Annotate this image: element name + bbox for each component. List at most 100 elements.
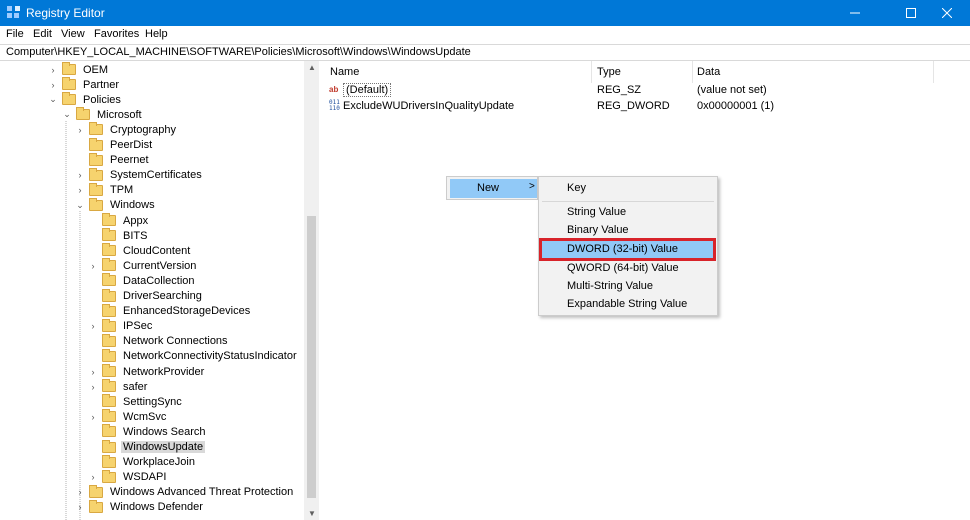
tree-item[interactable]: Peernet xyxy=(75,152,151,168)
tree-item[interactable]: WorkplaceJoin xyxy=(88,454,197,470)
scrollbar-thumb[interactable] xyxy=(307,216,316,498)
chevron-right-icon[interactable]: › xyxy=(75,125,85,135)
tree-item-label: WindowsUpdate xyxy=(121,441,206,453)
callout-highlight-box xyxy=(539,238,716,261)
tree-item-label: Network Connections xyxy=(123,335,228,348)
tree-item-label: WorkplaceJoin xyxy=(123,456,195,469)
column-header-name[interactable]: Name xyxy=(330,66,359,78)
tree-item[interactable]: ⌄ Policies xyxy=(48,92,123,107)
value-row[interactable]: ab (Default) REG_SZ (value not set) xyxy=(323,83,963,99)
chevron-right-icon[interactable]: › xyxy=(88,412,98,422)
folder-icon xyxy=(102,318,116,332)
value-row[interactable]: 011 110 ExcludeWUDriversInQualityUpdate … xyxy=(323,99,963,115)
tree-item[interactable]: › Windows Advanced Threat Protection xyxy=(75,484,295,500)
menu-help[interactable]: Help xyxy=(145,28,168,40)
string-value-icon: ab xyxy=(329,85,339,94)
no-expander xyxy=(75,155,85,165)
folder-icon xyxy=(89,152,103,166)
chevron-right-icon[interactable]: › xyxy=(48,65,58,75)
tree-item-label: OEM xyxy=(83,63,109,76)
tree-item[interactable]: SettingSync xyxy=(88,394,184,409)
tree-item[interactable]: › safer xyxy=(88,379,149,394)
folder-icon xyxy=(102,348,116,362)
chevron-right-icon[interactable]: › xyxy=(88,382,98,392)
tree-item[interactable]: EnhancedStorageDevices xyxy=(88,303,252,319)
tree-item-label: WcmSvc xyxy=(123,410,167,423)
close-button[interactable] xyxy=(924,0,970,26)
chevron-right-icon[interactable]: › xyxy=(75,185,85,195)
no-expander xyxy=(88,457,98,467)
column-divider[interactable] xyxy=(692,61,693,83)
chevron-right-icon[interactable]: › xyxy=(88,261,98,271)
tree-item[interactable]: CloudContent xyxy=(88,243,192,258)
chevron-right-icon[interactable]: › xyxy=(75,502,85,512)
tree-item[interactable]: Network Connections xyxy=(88,333,230,349)
menu-bar: File Edit View Favorites Help xyxy=(0,26,970,44)
tree-item[interactable]: WindowsUpdate xyxy=(88,439,206,455)
tree-item[interactable]: › Windows Defender xyxy=(75,499,205,515)
menu-favorites[interactable]: Favorites xyxy=(94,28,139,40)
menu-item-qword-value[interactable]: QWORD (64-bit) Value xyxy=(567,262,679,274)
no-expander xyxy=(88,246,98,256)
minimize-button[interactable] xyxy=(832,0,878,26)
tree-item-label: SystemCertificates xyxy=(110,169,202,182)
tree-item[interactable]: Appx xyxy=(88,213,150,228)
menu-item-string-value[interactable]: String Value xyxy=(567,206,626,218)
column-header-data[interactable]: Data xyxy=(697,66,720,78)
menu-file[interactable]: File xyxy=(6,28,24,40)
menu-item-multi-string-value[interactable]: Multi-String Value xyxy=(567,280,653,292)
tree-item[interactable]: › OEM xyxy=(48,62,110,77)
scroll-up-icon[interactable]: ▲ xyxy=(308,63,316,72)
tree-item[interactable]: › SystemCertificates xyxy=(75,167,204,183)
tree-item[interactable]: DataCollection xyxy=(88,273,197,288)
menu-edit[interactable]: Edit xyxy=(33,28,52,40)
tree-item[interactable]: BITS xyxy=(88,228,149,243)
tree-item[interactable]: Windows Search xyxy=(88,424,208,439)
menu-separator xyxy=(542,201,714,202)
address-bar[interactable]: Computer\HKEY_LOCAL_MACHINE\SOFTWARE\Pol… xyxy=(0,44,970,61)
column-header-type[interactable]: Type xyxy=(597,66,621,78)
chevron-right-icon[interactable]: › xyxy=(88,472,98,482)
window-title: Registry Editor xyxy=(26,6,105,20)
chevron-right-icon[interactable]: › xyxy=(75,170,85,180)
menu-item-new[interactable]: New > xyxy=(450,179,537,198)
chevron-down-icon[interactable]: ⌄ xyxy=(75,200,85,210)
chevron-down-icon[interactable]: ⌄ xyxy=(48,94,58,105)
tree-item[interactable]: › Partner xyxy=(48,77,121,92)
tree-item[interactable]: › CurrentVersion xyxy=(88,258,198,273)
tree-item[interactable]: › IPSec xyxy=(88,318,154,334)
menu-view[interactable]: View xyxy=(61,28,85,40)
column-divider[interactable] xyxy=(933,61,934,83)
tree-item[interactable]: ⌄ Windows xyxy=(75,197,157,213)
tree-scrollbar[interactable]: ▲ ▼ xyxy=(304,61,319,520)
menu-item-key[interactable]: Key xyxy=(567,182,586,194)
menu-item-binary-value[interactable]: Binary Value xyxy=(567,224,629,236)
menu-item-new-label: New xyxy=(477,182,500,194)
value-data: 0x00000001 (1) xyxy=(697,100,775,112)
chevron-down-icon[interactable]: ⌄ xyxy=(62,109,72,120)
no-expander xyxy=(88,306,98,316)
scroll-down-icon[interactable]: ▼ xyxy=(308,509,316,518)
folder-icon xyxy=(89,182,103,196)
chevron-right-icon[interactable]: › xyxy=(88,367,98,377)
tree-item[interactable]: ⌄ Microsoft xyxy=(62,107,144,122)
tree-item[interactable]: NetworkConnectivityStatusIndicator xyxy=(88,348,299,364)
tree-item[interactable]: › WSDAPI xyxy=(88,469,168,485)
tree-item[interactable]: DriverSearching xyxy=(88,288,204,304)
chevron-right-icon[interactable]: › xyxy=(48,80,58,90)
context-menu: New > xyxy=(446,176,538,200)
tree-item[interactable]: PeerDist xyxy=(75,137,154,153)
value-name: ExcludeWUDriversInQualityUpdate xyxy=(343,100,515,112)
tree-item[interactable]: › WcmSvc xyxy=(88,409,168,424)
no-expander xyxy=(88,427,98,437)
column-divider[interactable] xyxy=(591,61,592,83)
tree-item[interactable]: › TPM xyxy=(75,182,135,198)
tree-item[interactable]: › NetworkProvider xyxy=(88,364,206,379)
chevron-right-icon[interactable]: › xyxy=(75,487,85,497)
tree-item-label: DriverSearching xyxy=(123,290,202,302)
maximize-icon xyxy=(906,8,916,18)
key-tree[interactable]: › OEM › Partner ⌄ Policies ⌄ Microsoft › Cryptogr… xyxy=(0,61,319,520)
tree-item[interactable]: › Cryptography xyxy=(75,122,178,137)
chevron-right-icon[interactable]: › xyxy=(88,321,98,331)
menu-item-expandable-string-value[interactable]: Expandable String Value xyxy=(567,298,687,310)
